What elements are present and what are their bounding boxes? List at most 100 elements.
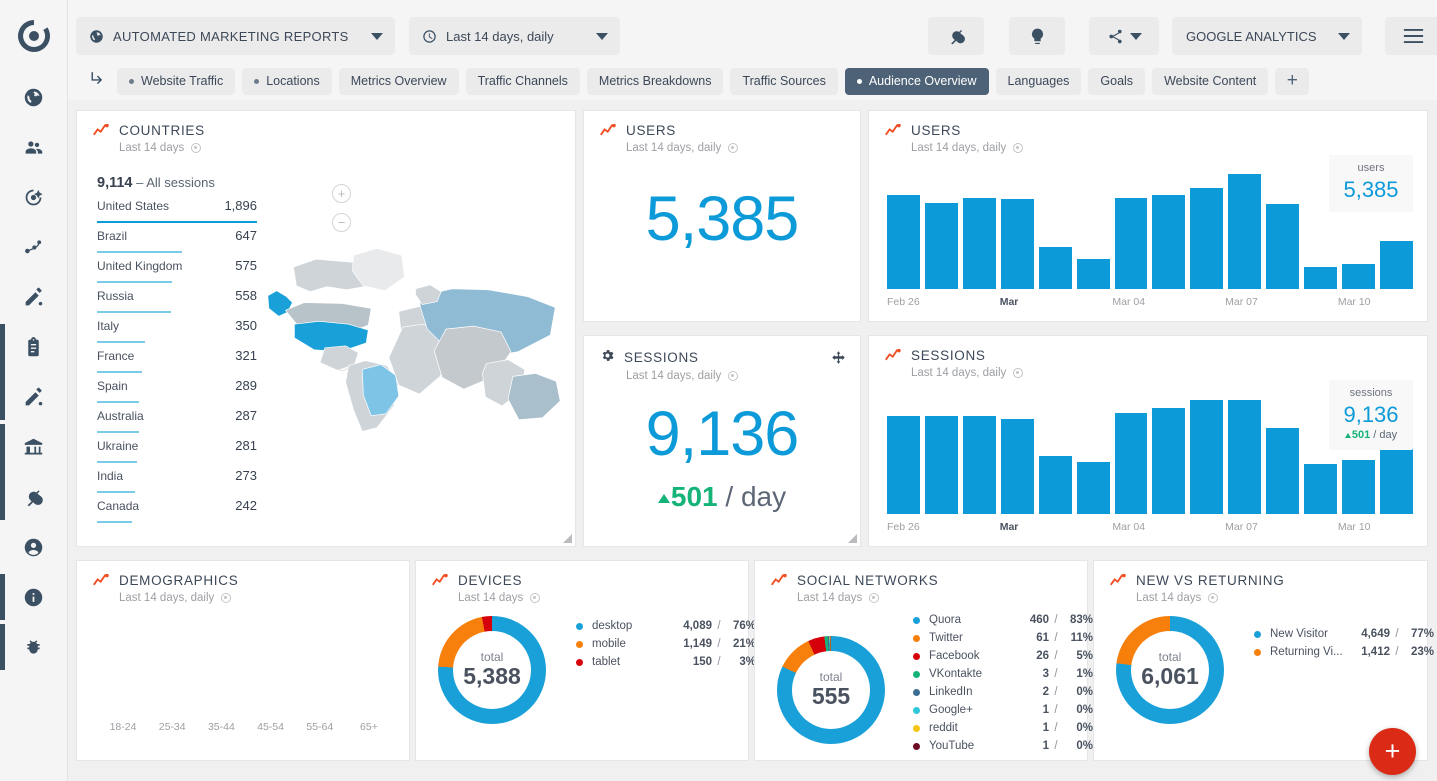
tab-metrics-overview[interactable]: Metrics Overview xyxy=(339,68,459,95)
legend-row[interactable]: reddit1/0% xyxy=(913,719,1093,737)
insights-button[interactable] xyxy=(1009,17,1065,55)
country-row[interactable]: Russia558 xyxy=(97,289,257,319)
legend-row[interactable]: Facebook26/5% xyxy=(913,647,1093,665)
bar[interactable] xyxy=(887,195,920,289)
users-chart-subtitle-row: Last 14 days, daily xyxy=(911,142,1427,154)
sidebar-item-edit[interactable] xyxy=(0,272,67,322)
bar[interactable] xyxy=(1190,188,1223,289)
app-logo[interactable] xyxy=(0,0,67,72)
bar[interactable] xyxy=(1380,241,1413,289)
tab-traffic-channels[interactable]: Traffic Channels xyxy=(466,68,580,95)
bar[interactable] xyxy=(1342,460,1375,514)
tab-traffic-sources[interactable]: Traffic Sources xyxy=(730,68,837,95)
legend-row[interactable]: tablet150/3% xyxy=(576,653,756,671)
tab-website-traffic[interactable]: Website Traffic xyxy=(117,68,235,95)
date-range-selector[interactable]: Last 14 days, daily xyxy=(409,17,620,55)
bar[interactable] xyxy=(1266,428,1299,514)
add-tab-button[interactable]: + xyxy=(1275,68,1309,95)
sidebar-item-clipboard[interactable] xyxy=(0,322,67,372)
tab-languages[interactable]: Languages xyxy=(996,68,1082,95)
share-button[interactable] xyxy=(1089,17,1159,55)
report-selector[interactable]: AUTOMATED MARKETING REPORTS xyxy=(76,17,395,55)
bar[interactable] xyxy=(925,416,958,514)
new-vs-returning-widget[interactable]: NEW VS RETURNING Last 14 days total6,061… xyxy=(1093,560,1428,761)
gear-icon[interactable] xyxy=(600,348,615,366)
integrations-button[interactable] xyxy=(928,17,984,55)
legend-row[interactable]: Quora460/83% xyxy=(913,611,1093,629)
sidebar-item-share-nodes[interactable] xyxy=(0,222,67,272)
sidebar-item-globe[interactable] xyxy=(0,72,67,122)
bar[interactable] xyxy=(1152,195,1185,289)
sidebar-item-bank[interactable] xyxy=(0,422,67,472)
legend-row[interactable]: VKontakte3/1% xyxy=(913,665,1093,683)
bar[interactable] xyxy=(1228,174,1261,289)
sidebar-item-users[interactable] xyxy=(0,122,67,172)
sessions-number-widget[interactable]: SESSIONS Last 14 days, daily 9,136 501 /… xyxy=(583,335,861,547)
bar[interactable] xyxy=(925,203,958,289)
bar[interactable] xyxy=(1266,204,1299,289)
legend-row[interactable]: LinkedIn2/0% xyxy=(913,683,1093,701)
sidebar-item-info[interactable] xyxy=(0,572,67,622)
data-source-selector[interactable]: GOOGLE ANALYTICS xyxy=(1172,17,1362,55)
bar[interactable] xyxy=(1115,413,1148,514)
sidebar-item-plug[interactable] xyxy=(0,472,67,522)
country-row[interactable]: United Kingdom575 xyxy=(97,259,257,289)
tab-goals[interactable]: Goals xyxy=(1088,68,1145,95)
country-row[interactable]: Ukraine281 xyxy=(97,439,257,469)
devices-widget[interactable]: DEVICES Last 14 days total5,388 desktop4… xyxy=(415,560,749,761)
country-row[interactable]: France321 xyxy=(97,349,257,379)
resize-handle[interactable] xyxy=(848,534,857,543)
bar[interactable] xyxy=(1380,446,1413,514)
tab-audience-overview[interactable]: Audience Overview xyxy=(845,68,989,95)
country-row[interactable]: Spain289 xyxy=(97,379,257,409)
legend-row[interactable]: desktop4,089/76% xyxy=(576,617,756,635)
bar[interactable] xyxy=(1152,408,1185,514)
main-menu-button[interactable] xyxy=(1385,17,1437,55)
bar[interactable] xyxy=(1304,267,1337,289)
demographics-widget[interactable]: DEMOGRAPHICS Last 14 days, daily 18-2425… xyxy=(76,560,410,761)
bar[interactable] xyxy=(1077,462,1110,514)
sidebar-item-target[interactable] xyxy=(0,172,67,222)
bar[interactable] xyxy=(1077,259,1110,289)
bar[interactable] xyxy=(887,416,920,514)
add-widget-fab[interactable]: + xyxy=(1369,728,1416,775)
world-map[interactable] xyxy=(257,221,572,451)
sidebar-item-bug[interactable] xyxy=(0,622,67,672)
legend-row[interactable]: Returning Vi...1,412/23% xyxy=(1254,643,1434,661)
tab-metrics-breakdowns[interactable]: Metrics Breakdowns xyxy=(587,68,724,95)
legend-row[interactable]: mobile1,149/21% xyxy=(576,635,756,653)
bar[interactable] xyxy=(1115,198,1148,289)
sidebar-item-pencil[interactable] xyxy=(0,372,67,422)
move-handle-icon[interactable] xyxy=(831,350,846,365)
users-number-widget[interactable]: USERS Last 14 days, daily 5,385 xyxy=(583,110,861,322)
users-chart-widget[interactable]: USERS Last 14 days, daily Feb 26MarMar 0… xyxy=(868,110,1428,322)
country-row[interactable]: Canada242 xyxy=(97,499,257,529)
bar[interactable] xyxy=(1228,400,1261,514)
map-zoom-in-button[interactable]: + xyxy=(332,184,351,203)
country-row[interactable]: Italy350 xyxy=(97,319,257,349)
country-row[interactable]: Brazil647 xyxy=(97,229,257,259)
legend-row[interactable]: Twitter61/11% xyxy=(913,629,1093,647)
bar[interactable] xyxy=(1001,419,1034,514)
tab-locations[interactable]: Locations xyxy=(242,68,332,95)
legend-row[interactable]: Google+1/0% xyxy=(913,701,1093,719)
resize-handle[interactable] xyxy=(563,534,572,543)
legend-row[interactable]: YouTube1/0% xyxy=(913,737,1093,755)
sessions-chart-widget[interactable]: SESSIONS Last 14 days, daily Feb 26MarMa… xyxy=(868,335,1428,547)
tab-website-content[interactable]: Website Content xyxy=(1152,68,1268,95)
legend-row[interactable]: New Visitor4,649/77% xyxy=(1254,625,1434,643)
bar[interactable] xyxy=(1001,199,1034,289)
countries-widget[interactable]: COUNTRIES Last 14 days 9,114 – All sessi… xyxy=(76,110,576,547)
country-row[interactable]: Australia287 xyxy=(97,409,257,439)
country-row[interactable]: United States1,896 xyxy=(97,199,257,229)
bar[interactable] xyxy=(963,416,996,514)
sidebar-item-account[interactable] xyxy=(0,522,67,572)
bar[interactable] xyxy=(1304,464,1337,514)
social-networks-widget[interactable]: SOCIAL NETWORKS Last 14 days total555 Qu… xyxy=(754,560,1088,761)
bar[interactable] xyxy=(963,198,996,289)
country-row[interactable]: India273 xyxy=(97,469,257,499)
bar[interactable] xyxy=(1039,456,1072,514)
bar[interactable] xyxy=(1190,400,1223,514)
bar[interactable] xyxy=(1039,247,1072,289)
bar[interactable] xyxy=(1342,264,1375,289)
